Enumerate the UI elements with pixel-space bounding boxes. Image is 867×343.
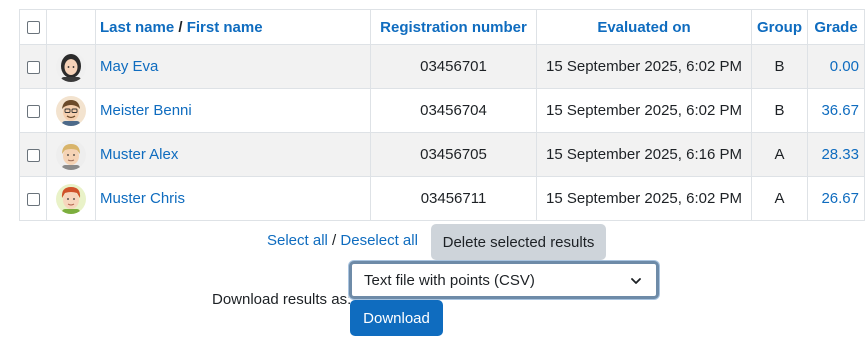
download-format-value: Text file with points (CSV): [364, 271, 535, 289]
evaluated-cell: 15 September 2025, 6:02 PM: [536, 176, 752, 221]
sort-group-header[interactable]: Group: [751, 9, 808, 45]
grade-link[interactable]: 28.33: [821, 146, 859, 163]
group-cell: A: [751, 132, 808, 177]
row-checkbox-cell: [19, 88, 47, 133]
grade-link[interactable]: 0.00: [830, 58, 859, 75]
grade-cell: 36.67: [807, 88, 865, 133]
registration-cell: 03456705: [370, 132, 537, 177]
male-avatar-icon[interactable]: [56, 183, 86, 214]
delete-selected-button[interactable]: Delete selected results: [431, 224, 606, 260]
name-cell: Meister Benni: [95, 88, 371, 133]
row-checkbox-cell: [19, 44, 47, 89]
sort-last-name-link[interactable]: Last name: [100, 19, 174, 36]
sort-evaluated-header[interactable]: Evaluated on: [536, 9, 752, 45]
row-checkbox-cell: [19, 176, 47, 221]
table-row: Muster Chris 03456711 15 September 2025,…: [19, 176, 865, 221]
registration-cell: 03456704: [370, 88, 537, 133]
registration-cell: 03456701: [370, 44, 537, 89]
group-cell: B: [751, 44, 808, 89]
row-checkbox[interactable]: [26, 148, 40, 162]
sort-grade-header[interactable]: Grade: [807, 9, 865, 45]
student-name-link[interactable]: Meister Benni: [100, 102, 192, 119]
row-checkbox-cell: [19, 132, 47, 177]
avatar-cell: [46, 44, 96, 89]
male-avatar-icon[interactable]: [56, 95, 86, 126]
evaluated-cell: 15 September 2025, 6:16 PM: [536, 132, 752, 177]
group-cell: B: [751, 88, 808, 133]
grade-cell: 0.00: [807, 44, 865, 89]
name-cell: Muster Alex: [95, 132, 371, 177]
female-avatar-icon[interactable]: [56, 51, 86, 82]
table-row: Muster Alex 03456705 15 September 2025, …: [19, 132, 865, 177]
registration-cell: 03456711: [370, 176, 537, 221]
row-checkbox[interactable]: [26, 60, 40, 74]
download-format-select[interactable]: Text file with points (CSV): [349, 261, 659, 299]
male-avatar-icon[interactable]: [56, 139, 86, 170]
select-all-link[interactable]: Select all: [267, 232, 328, 249]
table-row: May Eva 03456701 15 September 2025, 6:02…: [19, 44, 865, 89]
avatar-cell: [46, 176, 96, 221]
avatar-cell: [46, 88, 96, 133]
grade-link[interactable]: 26.67: [821, 190, 859, 207]
select-all-checkbox[interactable]: [26, 21, 40, 35]
selection-links: Select all / Deselect all: [267, 232, 418, 249]
row-checkbox[interactable]: [26, 104, 40, 118]
name-cell: Muster Chris: [95, 176, 371, 221]
download-label: Download results as:: [212, 291, 352, 308]
student-name-link[interactable]: May Eva: [100, 58, 158, 75]
table-row: Meister Benni 03456704 15 September 2025…: [19, 88, 865, 133]
name-header: Last name / First name: [95, 9, 371, 45]
student-name-link[interactable]: Muster Alex: [100, 146, 178, 163]
grade-link[interactable]: 36.67: [821, 102, 859, 119]
sort-registration-header[interactable]: Registration number: [370, 9, 537, 45]
select-all-checkbox-cell: [19, 9, 47, 45]
avatar-cell: [46, 132, 96, 177]
name-cell: May Eva: [95, 44, 371, 89]
deselect-all-link[interactable]: Deselect all: [340, 232, 418, 249]
grade-cell: 26.67: [807, 176, 865, 221]
chevron-down-icon: [630, 274, 642, 291]
picture-header: [46, 9, 96, 45]
grade-cell: 28.33: [807, 132, 865, 177]
download-button[interactable]: Download: [350, 300, 443, 336]
table-header-row: Last name / First name Registration numb…: [19, 9, 865, 45]
evaluated-cell: 15 September 2025, 6:02 PM: [536, 88, 752, 133]
sort-first-name-link[interactable]: First name: [187, 19, 263, 36]
group-cell: A: [751, 176, 808, 221]
evaluated-cell: 15 September 2025, 6:02 PM: [536, 44, 752, 89]
student-name-link[interactable]: Muster Chris: [100, 190, 185, 207]
results-table: Last name / First name Registration numb…: [19, 9, 865, 221]
header-separator: /: [174, 18, 187, 36]
selection-separator: /: [327, 232, 341, 249]
row-checkbox[interactable]: [26, 192, 40, 206]
